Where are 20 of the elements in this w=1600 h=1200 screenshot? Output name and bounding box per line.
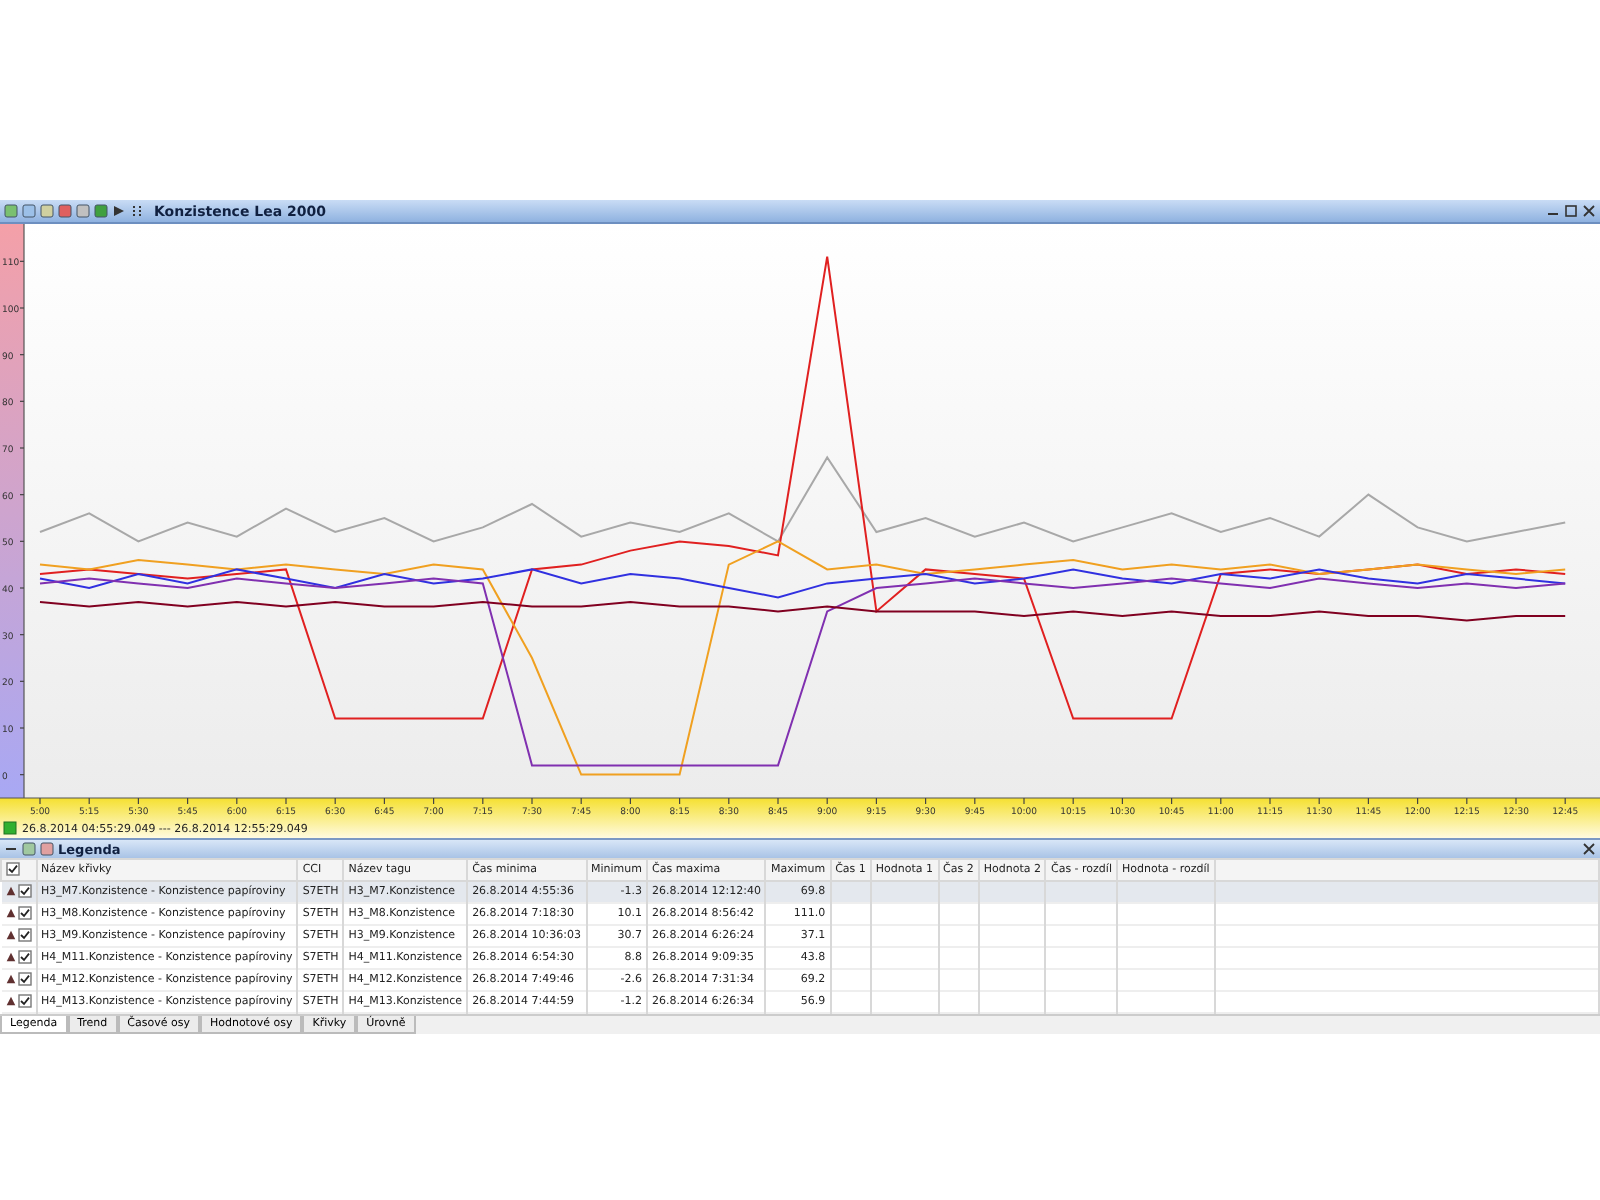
- curve-checkbox[interactable]: [17, 906, 31, 921]
- warning-icon: [5, 973, 15, 983]
- warning-icon: [5, 885, 15, 895]
- curve-checkbox[interactable]: [17, 884, 31, 899]
- close-icon[interactable]: [1582, 842, 1596, 856]
- select-all-checkbox[interactable]: [6, 862, 20, 877]
- curve-checkbox[interactable]: [17, 972, 31, 987]
- warning-icon: [5, 929, 15, 939]
- curve-checkbox[interactable]: [17, 950, 31, 965]
- status-icon: [3, 821, 17, 835]
- maximize-icon[interactable]: [1564, 204, 1578, 218]
- grip-icon[interactable]: [130, 204, 144, 218]
- play-icon[interactable]: [112, 204, 126, 218]
- warning-icon: [5, 951, 15, 961]
- curve-checkbox[interactable]: [17, 928, 31, 943]
- warning-icon: [5, 907, 15, 917]
- curve-checkbox[interactable]: [17, 994, 31, 1009]
- close-icon[interactable]: [1582, 204, 1596, 218]
- warning-icon: [5, 995, 15, 1005]
- collapse-icon[interactable]: [4, 842, 18, 856]
